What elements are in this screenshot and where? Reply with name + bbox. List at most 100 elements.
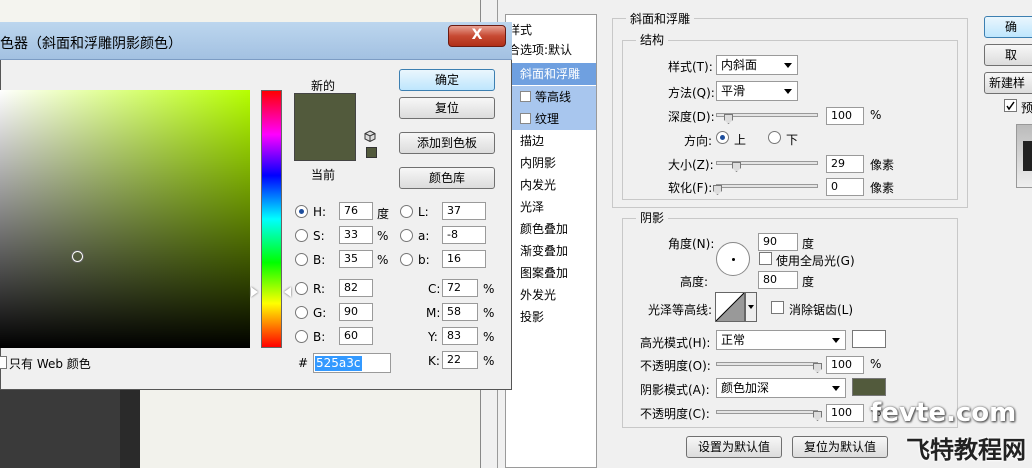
cyan-input[interactable]: 72 <box>442 279 478 297</box>
green-label: G: <box>313 306 327 320</box>
hue-slider[interactable] <box>261 90 282 348</box>
web-colors-checkbox[interactable] <box>0 356 7 369</box>
new-style-button[interactable]: 新建样 <box>984 72 1032 94</box>
style-item-contour[interactable]: 等高线 <box>506 86 596 108</box>
panel-dark-edge <box>120 380 140 468</box>
blue-input[interactable]: 60 <box>339 327 373 345</box>
green-radio[interactable] <box>295 306 308 319</box>
style-item-texture[interactable]: 纹理 <box>506 108 596 130</box>
web-safe-swatch[interactable] <box>366 147 377 158</box>
method-select[interactable]: 平滑 <box>716 81 798 101</box>
hue-slider-left-arrow[interactable] <box>251 287 258 297</box>
color-picker-title: 色器（斜面和浮雕阴影颜色） <box>0 36 182 52</box>
brightness-unit: % <box>377 253 389 267</box>
brightness-radio[interactable] <box>295 253 308 266</box>
direction-down-label: 下 <box>786 133 799 147</box>
highlight-color-swatch[interactable] <box>852 330 886 348</box>
style-item-color-overlay[interactable]: 颜色叠加 <box>506 218 596 240</box>
depth-input[interactable]: 100 <box>826 107 864 125</box>
angle-dial[interactable] <box>716 242 750 276</box>
cube-icon[interactable] <box>364 130 376 142</box>
style-item-outer-glow[interactable]: 外发光 <box>506 284 596 306</box>
style-select[interactable]: 内斜面 <box>716 55 798 75</box>
color-field[interactable] <box>0 90 250 348</box>
size-input[interactable]: 29 <box>826 155 864 173</box>
style-item-pattern-overlay[interactable]: 图案叠加 <box>506 262 596 284</box>
black-input[interactable]: 22 <box>442 351 478 369</box>
hue-radio[interactable] <box>295 205 308 218</box>
depth-unit: % <box>870 108 882 122</box>
magenta-unit: % <box>483 306 495 320</box>
color-field-marker[interactable] <box>72 251 83 262</box>
highlight-opacity-slider[interactable] <box>716 362 818 366</box>
gloss-contour-preview[interactable] <box>715 292 745 322</box>
hex-value[interactable]: 525a3c <box>315 356 362 371</box>
style-item-inner-shadow[interactable]: 内阴影 <box>506 152 596 174</box>
style-item-blending-options[interactable]: 合选项:默认 <box>506 39 596 61</box>
lab-b-radio[interactable] <box>400 253 413 266</box>
style-item-gradient-overlay[interactable]: 渐变叠加 <box>506 240 596 262</box>
style-item-drop-shadow[interactable]: 投影 <box>506 306 596 328</box>
contour-checkbox[interactable] <box>520 91 531 102</box>
gloss-contour-dropdown[interactable] <box>745 292 757 322</box>
red-input[interactable]: 82 <box>339 279 373 297</box>
saturation-radio[interactable] <box>295 229 308 242</box>
lab-b-input[interactable]: 16 <box>442 250 486 268</box>
highlight-mode-select[interactable]: 正常 <box>716 330 846 350</box>
add-to-swatches-button[interactable]: 添加到色板 <box>399 132 495 154</box>
highlight-opacity-input[interactable]: 100 <box>826 356 864 374</box>
set-default-button[interactable]: 设置为默认值 <box>686 436 782 458</box>
picker-reset-button[interactable]: 复位 <box>399 97 495 119</box>
web-colors-label: 只有 Web 颜色 <box>9 357 91 371</box>
watermark-name: 飞特教程网 <box>906 436 1026 464</box>
hue-slider-right-arrow[interactable] <box>284 287 291 297</box>
direction-up-radio[interactable] <box>716 131 729 144</box>
style-preview-thumbnail <box>1016 124 1032 188</box>
brightness-input[interactable]: 35 <box>339 250 373 268</box>
style-item-satin[interactable]: 光泽 <box>506 196 596 218</box>
shadow-color-swatch[interactable] <box>852 378 886 396</box>
soften-slider[interactable] <box>716 184 818 188</box>
hue-input[interactable]: 76 <box>339 202 373 220</box>
picker-ok-button[interactable]: 确定 <box>399 69 495 91</box>
shading-title: 阴影 <box>636 209 669 226</box>
blue-radio[interactable] <box>295 330 308 343</box>
lab-a-radio[interactable] <box>400 229 413 242</box>
altitude-unit: 度 <box>802 275 815 289</box>
soften-input[interactable]: 0 <box>826 178 864 196</box>
angle-input[interactable]: 90 <box>758 233 798 251</box>
saturation-input[interactable]: 33 <box>339 226 373 244</box>
texture-checkbox[interactable] <box>520 113 531 124</box>
yellow-input[interactable]: 83 <box>442 327 478 345</box>
reset-default-button[interactable]: 复位为默认值 <box>792 436 888 458</box>
shadow-opacity-input[interactable]: 100 <box>826 404 864 422</box>
magenta-input[interactable]: 58 <box>442 303 478 321</box>
lab-l-radio[interactable] <box>400 205 413 218</box>
saturation-unit: % <box>377 229 389 243</box>
size-slider[interactable] <box>716 161 818 165</box>
chevron-down-icon <box>832 338 840 343</box>
altitude-input[interactable]: 80 <box>758 271 798 289</box>
layer-style-cancel-button[interactable]: 取 <box>984 44 1032 66</box>
style-item-inner-glow[interactable]: 内发光 <box>506 174 596 196</box>
lab-a-label: a: <box>418 229 430 243</box>
shadow-opacity-slider[interactable] <box>716 410 818 414</box>
green-input[interactable]: 90 <box>339 303 373 321</box>
style-item-stroke[interactable]: 描边 <box>506 130 596 152</box>
style-item-bevel-emboss[interactable]: 斜面和浮雕 <box>506 63 596 85</box>
lab-a-input[interactable]: -8 <box>442 226 486 244</box>
lab-l-label: L: <box>418 205 429 219</box>
color-libraries-button[interactable]: 颜色库 <box>399 167 495 189</box>
global-light-label: 使用全局光(G) <box>776 254 855 268</box>
direction-down-radio[interactable] <box>768 131 781 144</box>
antialias-checkbox[interactable] <box>771 301 784 314</box>
direction-up-label: 上 <box>734 133 747 147</box>
current-color-swatch[interactable] <box>294 127 356 161</box>
close-button[interactable]: X <box>448 25 506 47</box>
red-radio[interactable] <box>295 282 308 295</box>
preview-checkbox[interactable] <box>1004 99 1017 112</box>
shadow-mode-select[interactable]: 颜色加深 <box>716 378 846 398</box>
global-light-checkbox[interactable] <box>759 252 772 265</box>
lab-l-input[interactable]: 37 <box>442 202 486 220</box>
layer-style-ok-button[interactable]: 确 <box>984 16 1032 38</box>
